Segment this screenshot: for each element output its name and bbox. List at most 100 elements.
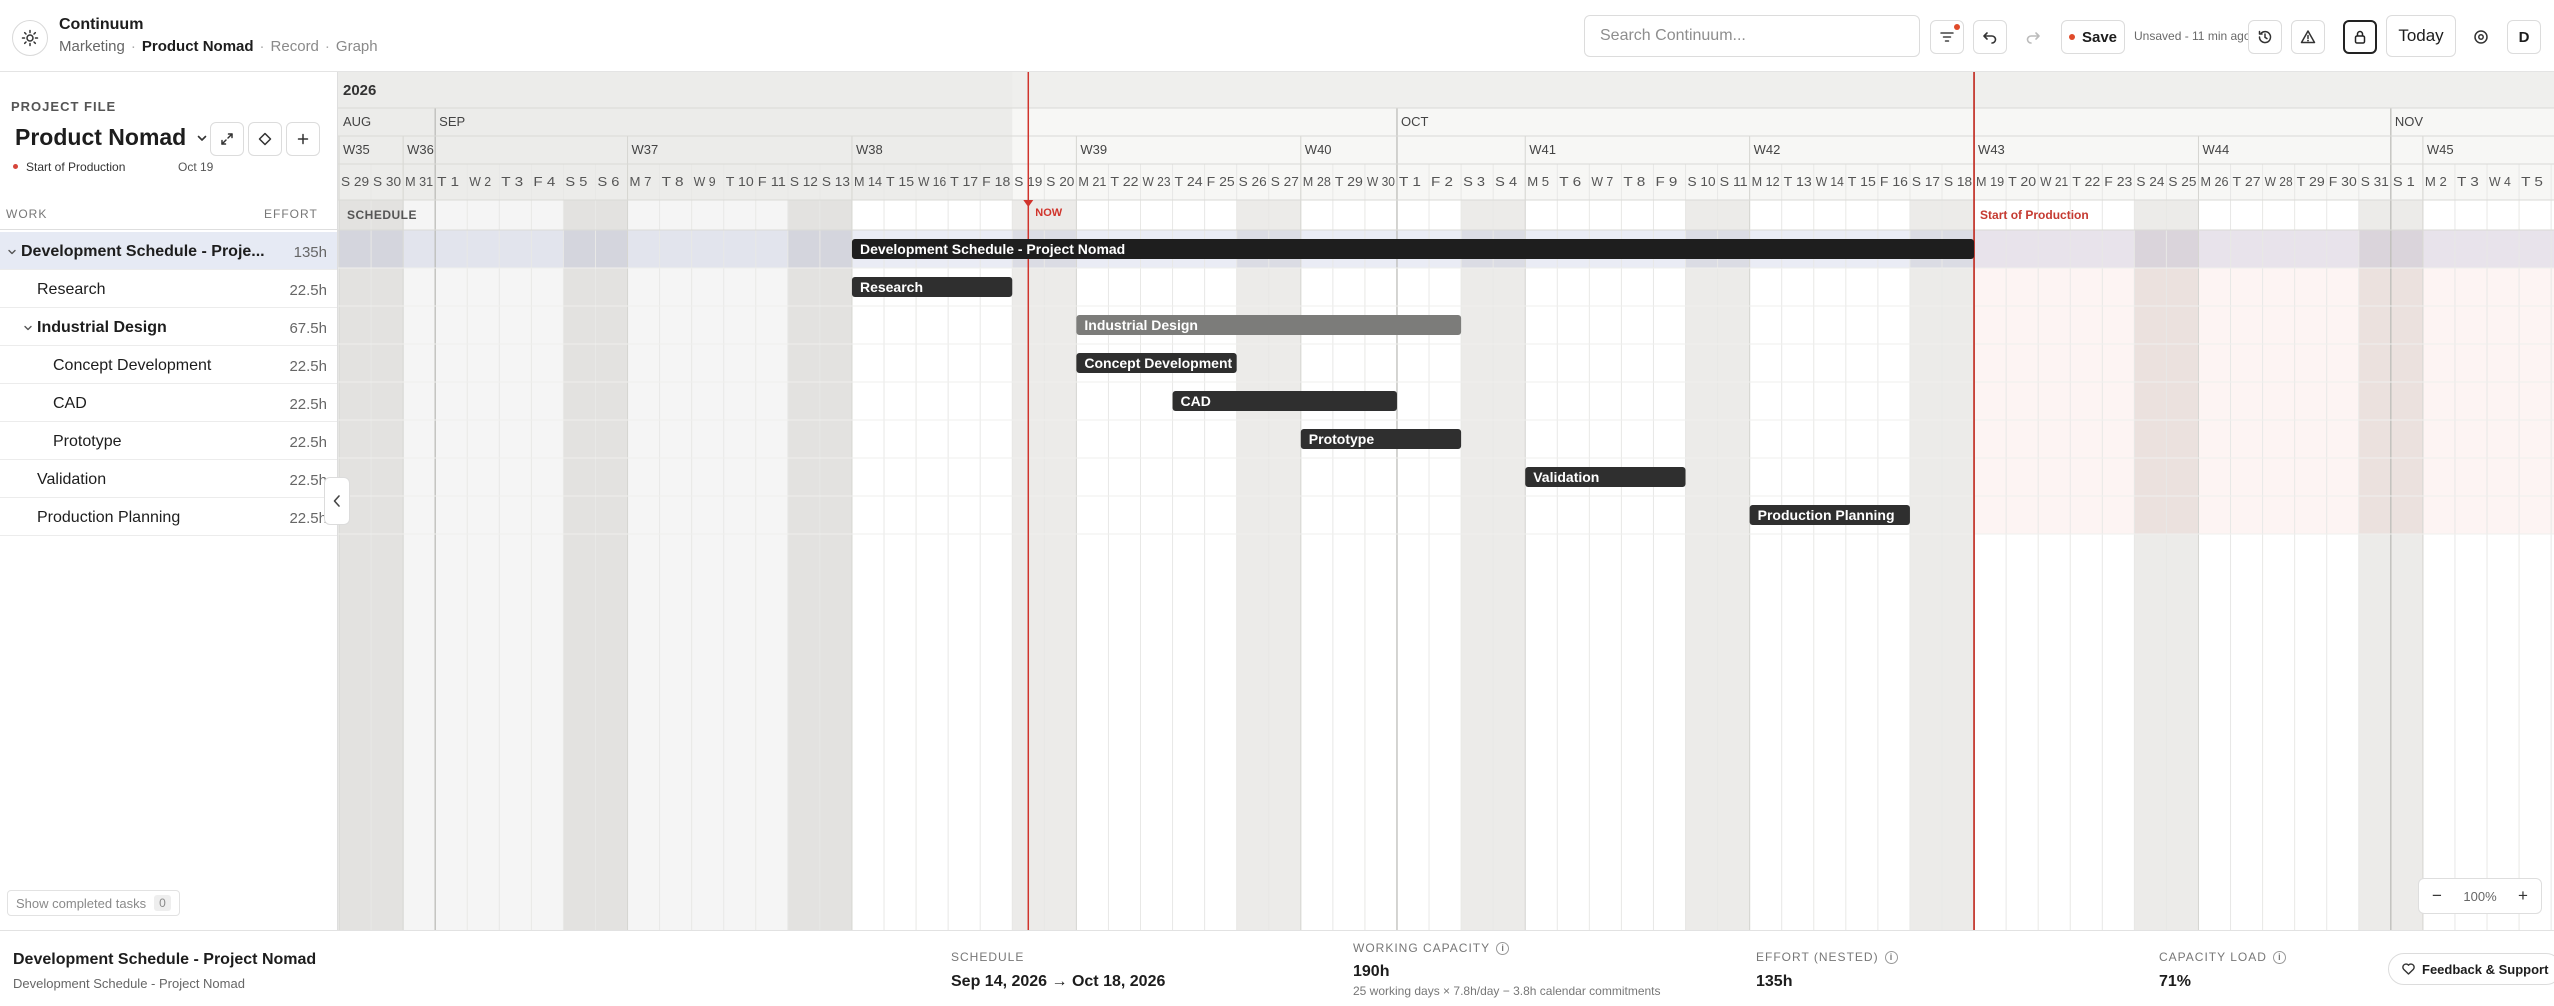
left-panel: PROJECT FILE Product Nomad Start of Prod… [0, 72, 338, 930]
day-label: T 3 [501, 174, 523, 189]
avatar[interactable]: D [2507, 20, 2541, 54]
project-title: Product Nomad [15, 124, 187, 150]
completed-count: 0 [154, 895, 171, 911]
task-row[interactable]: Validation 22.5h [0, 460, 337, 498]
load-value: 71% [2159, 973, 2192, 990]
milestone-label: Start of Production [1980, 208, 2089, 222]
week-label: W43 [1978, 142, 2005, 157]
top-bar: Continuum Marketing · Product Nomad · Record… [0, 0, 2554, 72]
day-label: S 13 [822, 174, 850, 189]
task-effort: 22.5h [289, 472, 327, 489]
day-label: F 18 [982, 174, 1010, 189]
redo-button[interactable] [2016, 20, 2050, 54]
project-switcher-button[interactable] [192, 128, 212, 148]
day-label: W 2 [469, 174, 491, 189]
breadcrumb: Marketing · Product Nomad · Record · Graph [59, 38, 378, 55]
task-row[interactable]: CAD 22.5h [0, 384, 337, 422]
search-input[interactable] [1584, 15, 1920, 57]
breadcrumb-marketing[interactable]: Marketing [59, 38, 125, 55]
feedback-button[interactable]: Feedback & Support [2388, 953, 2554, 985]
gantt-chart[interactable]: W35 W36 W37 W38 W39 W40 W41 W42 W43 W44 W45 AUG SEP O… [338, 72, 2554, 930]
task-bar-label: Research [860, 279, 923, 295]
filter-button[interactable] [1930, 20, 1964, 54]
day-label: T 27 [2233, 174, 2261, 189]
warnings-button[interactable] [2291, 20, 2325, 54]
show-completed-label: Show completed tasks [16, 895, 147, 911]
week-label: W36 [407, 142, 434, 157]
week-label: W41 [1529, 142, 1556, 157]
add-milestone-button[interactable] [248, 122, 282, 156]
milestone-name[interactable]: Start of Production [26, 160, 125, 174]
day-label: W 4 [2489, 174, 2511, 189]
task-row[interactable]: Concept Development 22.5h [0, 346, 337, 384]
chevron-down-icon[interactable] [22, 322, 34, 334]
task-name: Concept Development [53, 357, 212, 374]
capacity-value: 190h [1353, 963, 1390, 980]
collapse-panel-button[interactable] [324, 477, 350, 525]
task-row[interactable]: Production Planning 22.5h [0, 498, 337, 536]
task-bar-label: Industrial Design [1084, 317, 1198, 333]
info-icon[interactable]: i [1884, 950, 1898, 964]
app-menu-button[interactable] [12, 20, 48, 56]
filter-icon [1940, 32, 1954, 42]
today-button[interactable]: Today [2386, 15, 2456, 57]
week-label: W39 [1080, 142, 1107, 157]
month-label: AUG [343, 114, 371, 129]
unsaved-dot [2068, 34, 2075, 40]
day-label: S 11 [1720, 174, 1748, 189]
effort-value: 135h [1756, 973, 1793, 990]
past-shade [338, 200, 852, 930]
day-label: S 5 [565, 174, 587, 189]
info-icon[interactable]: i [1496, 941, 1510, 955]
expand-button[interactable] [210, 122, 244, 156]
weekend-column [1461, 200, 1494, 930]
task-row[interactable]: Industrial Design 67.5h [0, 308, 337, 346]
load-label: CAPACITY LOAD i [2159, 950, 2286, 964]
settings-button[interactable] [2464, 20, 2498, 54]
chevron-down-icon[interactable] [6, 246, 18, 258]
weekend-column [1717, 200, 1750, 930]
gear-icon [2474, 30, 2488, 44]
task-row[interactable]: Research 22.5h [0, 270, 337, 308]
undo-icon [1983, 32, 1997, 44]
add-task-button[interactable] [286, 122, 320, 156]
day-label: S 10 [1688, 174, 1716, 189]
task-bar-label: Concept Development [1084, 355, 1232, 371]
breadcrumb-record[interactable]: Record [271, 38, 319, 55]
selected-task-path: Development Schedule - Project Nomad [13, 976, 245, 991]
year-label: 2026 [343, 82, 376, 99]
task-row[interactable]: Prototype 22.5h [0, 422, 337, 460]
undo-button[interactable] [1973, 20, 2007, 54]
capacity-label: WORKING CAPACITY i [1353, 941, 1510, 955]
day-label: T 20 [2008, 174, 2036, 189]
task-row[interactable]: Development Schedule - Proje... 135h [0, 232, 337, 270]
gantt-timeline[interactable]: W35 W36 W37 W38 W39 W40 W41 W42 W43 W44 W45 AUG SEP O… [338, 72, 2554, 930]
day-label: M 12 [1752, 174, 1780, 189]
day-label: S 20 [1046, 174, 1074, 189]
day-label: T 1 [437, 174, 459, 189]
day-label: F 16 [1880, 174, 1908, 189]
save-button[interactable]: Save [2061, 20, 2125, 54]
zoom-out-button[interactable]: − [2425, 884, 2449, 908]
task-effort: 67.5h [289, 320, 327, 337]
day-label: T 22 [1110, 174, 1138, 189]
breadcrumb-graph[interactable]: Graph [336, 38, 378, 55]
schedule-value: Sep 14, 2026 → Oct 18, 2026 [951, 973, 1166, 990]
weekend-column [1236, 200, 1269, 930]
day-label: M 26 [2200, 174, 2228, 189]
task-effort: 22.5h [289, 510, 327, 527]
show-completed-button[interactable]: Show completed tasks 0 [7, 890, 180, 916]
zoom-in-button[interactable]: + [2511, 884, 2535, 908]
info-icon[interactable]: i [2272, 950, 2286, 964]
history-button[interactable] [2248, 20, 2282, 54]
breadcrumb-current[interactable]: Product Nomad [142, 38, 254, 55]
lock-button[interactable] [2343, 20, 2377, 54]
task-name: Prototype [53, 433, 122, 450]
day-label: M 28 [1303, 174, 1331, 189]
sun-icon [21, 29, 39, 47]
month-label: SEP [439, 114, 465, 129]
day-label: W 28 [2265, 174, 2293, 189]
day-label: T 3 [2457, 174, 2479, 189]
task-name: Production Planning [37, 509, 181, 526]
day-label: T 17 [950, 174, 978, 189]
